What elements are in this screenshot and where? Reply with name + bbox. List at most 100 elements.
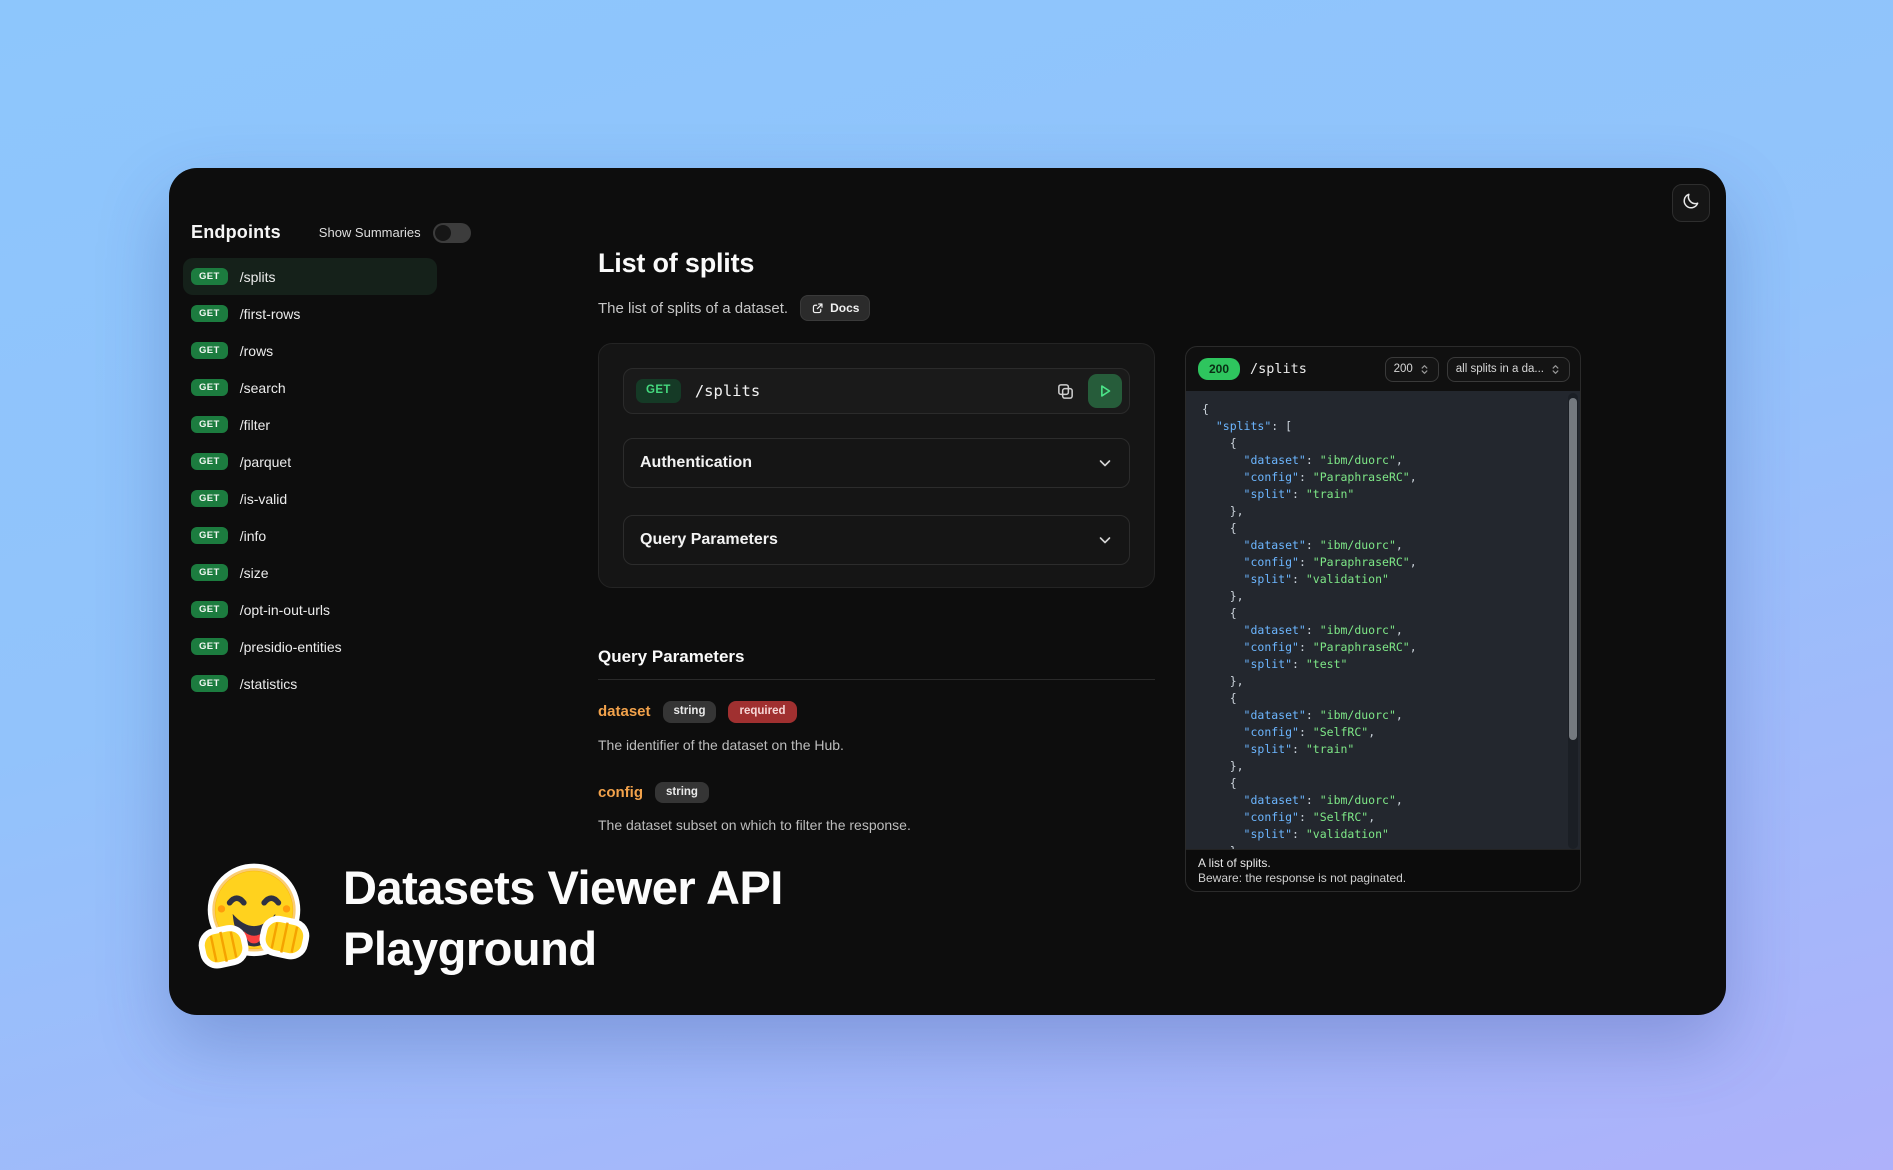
request-path: /splits xyxy=(695,382,760,400)
request-url-bar: GET /splits xyxy=(623,368,1130,414)
method-badge: GET xyxy=(191,268,228,286)
endpoint-description-row: The list of splits of a dataset. Docs xyxy=(598,295,870,321)
response-header: 200 /splits 200 all splits in a da... xyxy=(1186,347,1580,391)
code-line: { xyxy=(1202,775,1580,792)
authentication-label: Authentication xyxy=(640,454,752,472)
authentication-accordion[interactable]: Authentication xyxy=(623,438,1130,488)
toggle-knob xyxy=(435,225,451,241)
endpoint-list: GET/splitsGET/first-rowsGET/rowsGET/sear… xyxy=(183,258,437,702)
sidebar-item-splits[interactable]: GET/splits xyxy=(183,258,437,295)
sidebar-item-filter[interactable]: GET/filter xyxy=(183,406,437,443)
branding: Datasets Viewer API Playground xyxy=(193,857,783,979)
run-request-button[interactable] xyxy=(1088,374,1122,408)
chevron-down-icon xyxy=(1097,455,1113,471)
section-divider xyxy=(598,679,1155,680)
code-line: "dataset": "ibm/duorc", xyxy=(1202,792,1580,809)
method-badge: GET xyxy=(191,342,228,360)
code-line: "config": "SelfRC", xyxy=(1202,724,1580,741)
sidebar-item-rows[interactable]: GET/rows xyxy=(183,332,437,369)
response-footer: A list of splits. Beware: the response i… xyxy=(1186,849,1580,891)
code-line: "dataset": "ibm/duorc", xyxy=(1202,707,1580,724)
query-parameters-accordion[interactable]: Query Parameters xyxy=(623,515,1130,565)
code-line: { xyxy=(1202,690,1580,707)
status-code-select-value: 200 xyxy=(1394,363,1413,375)
chevron-up-down-icon xyxy=(1419,363,1430,376)
play-icon xyxy=(1096,382,1114,400)
endpoint-path-label: /opt-in-out-urls xyxy=(240,602,330,618)
code-line: "split": "validation" xyxy=(1202,826,1580,843)
method-badge: GET xyxy=(191,638,228,656)
scrollbar-thumb[interactable] xyxy=(1569,398,1577,740)
code-line: "splits": [ xyxy=(1202,418,1580,435)
page-title: List of splits xyxy=(598,248,754,279)
endpoint-path-label: /statistics xyxy=(240,676,298,692)
param-row-config: configstring xyxy=(598,782,1155,804)
request-method-badge: GET xyxy=(636,379,681,403)
sidebar-item-presidio-entities[interactable]: GET/presidio-entities xyxy=(183,628,437,665)
method-badge: GET xyxy=(191,305,228,323)
code-line: "split": "train" xyxy=(1202,741,1580,758)
method-badge: GET xyxy=(191,675,228,693)
sidebar-item-first-rows[interactable]: GET/first-rows xyxy=(183,295,437,332)
code-line: "dataset": "ibm/duorc", xyxy=(1202,622,1580,639)
endpoint-description: The list of splits of a dataset. xyxy=(598,300,788,317)
show-summaries-label: Show Summaries xyxy=(319,225,421,240)
endpoint-path-label: /presidio-entities xyxy=(240,639,342,655)
endpoint-path-label: /search xyxy=(240,380,286,396)
method-badge: GET xyxy=(191,453,228,471)
method-badge: GET xyxy=(191,564,228,582)
endpoint-path-label: /rows xyxy=(240,343,273,359)
param-description: The dataset subset on which to filter th… xyxy=(598,817,1155,833)
endpoint-path-label: /parquet xyxy=(240,454,291,470)
response-code-block[interactable]: { "splits": [ { "dataset": "ibm/duorc", … xyxy=(1186,391,1580,851)
param-name: config xyxy=(598,784,643,801)
method-badge: GET xyxy=(191,379,228,397)
sidebar-title: Endpoints xyxy=(191,222,281,243)
param-name: dataset xyxy=(598,703,651,720)
copy-button[interactable] xyxy=(1050,376,1080,406)
endpoint-path-label: /filter xyxy=(240,417,270,433)
sidebar-item-parquet[interactable]: GET/parquet xyxy=(183,443,437,480)
endpoint-path-label: /splits xyxy=(240,269,276,285)
code-line: "config": "ParaphraseRC", xyxy=(1202,469,1580,486)
sidebar-item-is-valid[interactable]: GET/is-valid xyxy=(183,480,437,517)
code-line: "config": "ParaphraseRC", xyxy=(1202,554,1580,571)
method-badge: GET xyxy=(191,601,228,619)
example-select[interactable]: all splits in a da... xyxy=(1447,357,1570,382)
sidebar-item-size[interactable]: GET/size xyxy=(183,554,437,591)
code-line: "dataset": "ibm/duorc", xyxy=(1202,537,1580,554)
response-panel: 200 /splits 200 all splits in a da... { … xyxy=(1185,346,1581,892)
theme-toggle-button[interactable] xyxy=(1672,184,1710,222)
sidebar-item-info[interactable]: GET/info xyxy=(183,517,437,554)
code-line: { xyxy=(1202,435,1580,452)
status-code-select[interactable]: 200 xyxy=(1385,357,1439,382)
sidebar-item-opt-in-out-urls[interactable]: GET/opt-in-out-urls xyxy=(183,591,437,628)
sidebar-item-statistics[interactable]: GET/statistics xyxy=(183,665,437,702)
endpoint-path-label: /first-rows xyxy=(240,306,301,322)
code-line: "dataset": "ibm/duorc", xyxy=(1202,452,1580,469)
code-line: { xyxy=(1202,520,1580,537)
query-parameters-section: Query Parameters datasetstringrequiredTh… xyxy=(598,647,1155,862)
app-title-line1: Datasets Viewer API xyxy=(343,857,783,918)
sidebar-item-search[interactable]: GET/search xyxy=(183,369,437,406)
scrollbar-track xyxy=(1568,393,1578,849)
code-line: "split": "test" xyxy=(1202,656,1580,673)
docs-button[interactable]: Docs xyxy=(800,295,870,321)
example-select-value: all splits in a da... xyxy=(1456,363,1544,375)
status-badge: 200 xyxy=(1198,358,1240,380)
query-parameters-label: Query Parameters xyxy=(640,531,778,549)
code-line: { xyxy=(1202,605,1580,622)
code-line: "split": "train" xyxy=(1202,486,1580,503)
code-line: }, xyxy=(1202,503,1580,520)
code-line: "config": "ParaphraseRC", xyxy=(1202,639,1580,656)
code-line: }, xyxy=(1202,673,1580,690)
hugging-face-emoji xyxy=(193,857,315,979)
chevron-up-down-icon xyxy=(1550,363,1561,376)
moon-icon xyxy=(1681,191,1701,216)
code-line: "config": "SelfRC", xyxy=(1202,809,1580,826)
endpoint-path-label: /info xyxy=(240,528,266,544)
app-title-line2: Playground xyxy=(343,918,783,979)
response-footer-line: A list of splits. xyxy=(1198,856,1568,871)
show-summaries-toggle[interactable] xyxy=(433,223,471,243)
param-required-badge: required xyxy=(728,701,796,723)
